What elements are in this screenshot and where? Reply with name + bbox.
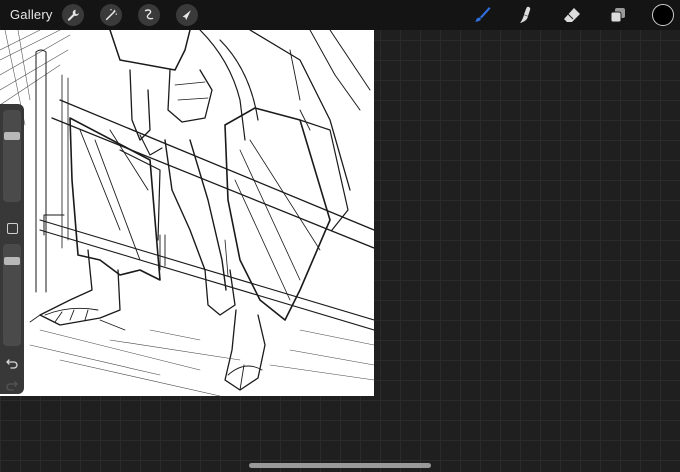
- wrench-icon: [67, 9, 79, 21]
- drawing-canvas[interactable]: [0, 30, 374, 396]
- gallery-button[interactable]: Gallery: [10, 7, 53, 22]
- eraser-icon: [564, 8, 580, 22]
- redo-button[interactable]: [5, 378, 19, 392]
- selection-button[interactable]: [138, 4, 160, 26]
- eraser-tool-button[interactable]: [561, 4, 583, 26]
- opacity-slider[interactable]: [3, 244, 21, 346]
- layers-icon: [610, 8, 625, 23]
- home-indicator[interactable]: [249, 463, 431, 468]
- transform-arrow-icon: [182, 10, 191, 21]
- layers-button[interactable]: [607, 4, 629, 26]
- smudge-tool-button[interactable]: [515, 4, 537, 26]
- redo-icon: [6, 381, 18, 391]
- brush-size-slider[interactable]: [3, 110, 21, 202]
- opacity-handle[interactable]: [4, 257, 20, 266]
- smudge-icon: [520, 6, 531, 23]
- selection-icon: [144, 9, 154, 20]
- undo-button[interactable]: [5, 356, 19, 370]
- color-picker-button[interactable]: [652, 4, 674, 26]
- undo-icon: [6, 359, 18, 369]
- brush-tool-button[interactable]: [471, 4, 493, 26]
- adjustments-button[interactable]: [100, 4, 122, 26]
- brush-size-handle[interactable]: [4, 131, 20, 140]
- transform-button[interactable]: [176, 4, 198, 26]
- sketch-drawing: [0, 30, 374, 396]
- magic-wand-icon: [105, 9, 117, 21]
- brush-icon: [475, 7, 491, 22]
- actions-button[interactable]: [62, 4, 84, 26]
- top-toolbar: Gallery: [0, 0, 680, 30]
- modify-button[interactable]: [7, 223, 18, 234]
- side-toolbar: [0, 104, 24, 394]
